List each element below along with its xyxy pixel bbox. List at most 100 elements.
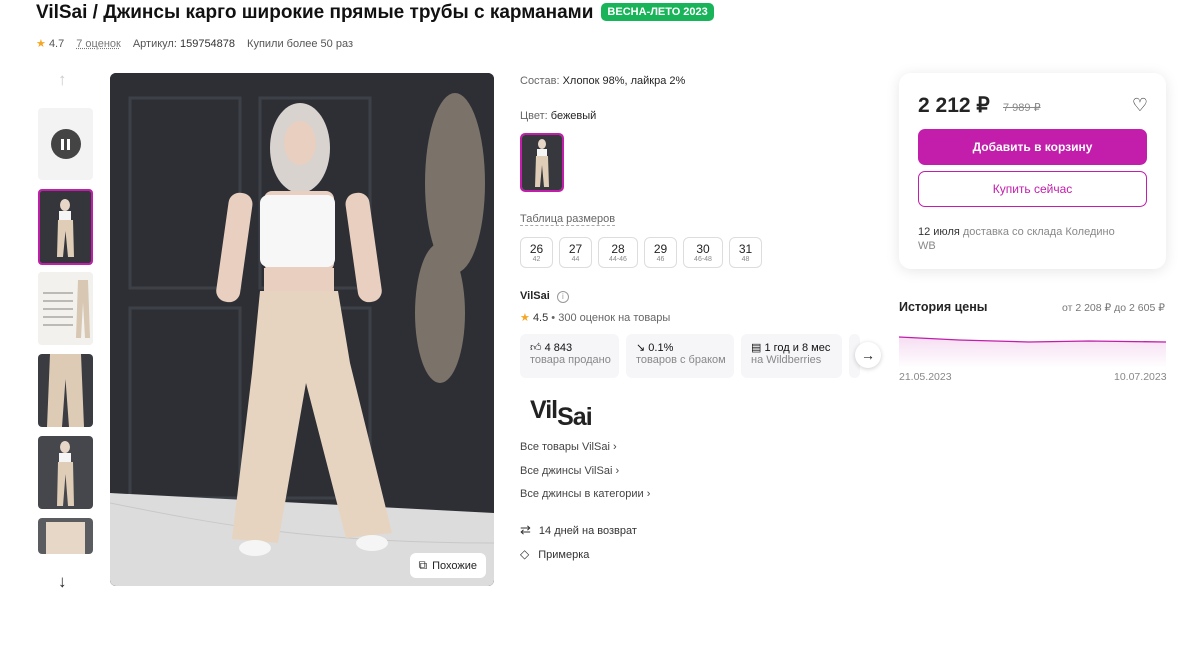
product-photo-illustration [110, 73, 494, 586]
size-ru: 46-48 [694, 256, 712, 263]
size-option[interactable]: 27 44 [559, 237, 592, 268]
buy-now-button[interactable]: Купить сейчас [918, 171, 1147, 207]
price-history-range: от 2 208 ₽ до 2 605 ₽ [1062, 302, 1165, 314]
link-text: Все товары VilSai [520, 441, 610, 453]
color-label: Цвет: [520, 110, 548, 122]
all-seller-jeans-link[interactable]: Все джинсы VilSai › [520, 465, 619, 477]
thumbnail-1[interactable] [38, 189, 93, 265]
logo-part-1: Vil [530, 396, 558, 424]
stat-label: товаров с браком [636, 354, 726, 366]
all-seller-products-link[interactable]: Все товары VilSai › [520, 441, 617, 453]
article-label: Артикул: [132, 37, 177, 50]
size-selector: 26 42 27 44 28 44-46 29 46 30 46-48 31 48 [520, 237, 762, 268]
seller-logo[interactable]: VilSai [530, 396, 593, 431]
seller-rating-text: • 300 оценок на товары [551, 312, 671, 324]
stat-value: 0.1% [648, 342, 674, 354]
fitting-text: Примерка [538, 549, 590, 561]
similar-button[interactable]: ⧉ Похожие [409, 553, 486, 578]
tag-icon: ◇ [520, 547, 530, 561]
size-option[interactable]: 28 44-46 [598, 237, 638, 268]
info-icon[interactable]: i [556, 291, 569, 303]
size-number: 31 [738, 242, 753, 256]
return-text: 14 дней на возврат [538, 525, 637, 537]
size-option[interactable]: 26 42 [520, 237, 553, 268]
product-title: VilSai / Джинсы карго широкие прямые тру… [36, 2, 714, 24]
product-title-text: VilSai / Джинсы карго широкие прямые тру… [36, 2, 594, 23]
size-number: 29 [653, 242, 668, 256]
composition-label: Состав: [520, 75, 560, 87]
price-history-chart[interactable] [899, 330, 1166, 368]
calendar-icon: ▤ [751, 342, 762, 354]
size-number: 30 [696, 242, 710, 256]
thumbnail-5[interactable] [38, 518, 93, 554]
main-product-photo[interactable]: ⧉ Похожие [110, 73, 494, 586]
seller-stats: 👍︎ 4 843 товара продано ↘ 0.1% товаров с… [520, 334, 860, 378]
add-to-cart-button[interactable]: Добавить в корзину [918, 129, 1147, 165]
article[interactable]: Артикул: 159754878 [133, 38, 235, 50]
color-swatch[interactable] [520, 133, 564, 192]
seller-name-row[interactable]: VilSai i [520, 290, 569, 303]
seller-name[interactable]: VilSai [520, 290, 550, 302]
stat-label: на Wildberries [751, 354, 822, 366]
size-number: 28 [611, 242, 625, 256]
size-number: 27 [568, 242, 583, 256]
article-value: 159754878 [179, 37, 236, 50]
size-option[interactable]: 29 46 [644, 237, 677, 268]
stat-sold: 👍︎ 4 843 товара продано [520, 334, 619, 378]
heart-icon[interactable]: ♡ [1132, 95, 1148, 116]
thumbnail-4[interactable] [38, 436, 93, 509]
thumbs-up-icon: 👍︎ [530, 342, 542, 354]
logo-part-2: Sai [557, 403, 593, 431]
arrow-up-icon[interactable]: ↑ [58, 70, 67, 90]
price-history-end: 10.07.2023 [1114, 371, 1167, 383]
star-icon: ★ [520, 312, 530, 324]
size-ru: 44 [571, 256, 580, 263]
price-card: 2 212 ₽ 7 989 ₽ ♡ Добавить в корзину Куп… [899, 73, 1166, 269]
price-history-title: История цены [899, 300, 988, 314]
product-meta: ★ 4.7 7 оценок Артикул: 159754878 Купили… [36, 37, 353, 51]
arrow-down-icon[interactable]: ↓ [58, 572, 67, 592]
stat-value: 4 843 [544, 342, 573, 354]
star-icon: ★ [36, 38, 46, 50]
stat-value: 1 год и 8 мес [764, 342, 831, 354]
color-info: Цвет: бежевый [520, 110, 596, 122]
color-value: бежевый [550, 110, 597, 122]
size-option[interactable]: 31 48 [729, 237, 762, 268]
scroll-right-icon[interactable]: → [855, 342, 881, 368]
stat-label: товара продано [530, 354, 611, 366]
rating: ★ 4.7 [36, 37, 64, 50]
bought-count: Купили более 50 раз [247, 37, 353, 50]
size-ru: 44-46 [609, 256, 627, 263]
size-option[interactable]: 30 46-48 [683, 237, 723, 268]
current-price: 2 212 ₽ [918, 94, 990, 117]
video-thumbnail[interactable] [38, 108, 93, 180]
fitting-info[interactable]: ◇ Примерка [520, 547, 589, 561]
link-text: Все джинсы в категории [520, 488, 644, 500]
similar-label: Похожие [432, 559, 477, 572]
seller-rating-value: 4.5 [532, 312, 549, 324]
return-policy[interactable]: ⇄ 14 дней на возврат [520, 522, 637, 538]
trend-down-icon: ↘ [636, 342, 646, 354]
thumbnail-3[interactable] [38, 354, 93, 427]
category-jeans-link[interactable]: Все джинсы в категории › [520, 488, 650, 500]
composition-value: Хлопок 98%, лайкра 2% [562, 75, 686, 87]
size-ru: 46 [656, 256, 665, 263]
size-table-link[interactable]: Таблица размеров [520, 213, 616, 226]
stat-age: ▤ 1 год и 8 мес на Wildberries [741, 334, 842, 378]
rating-value: 4.7 [48, 38, 65, 50]
delivery-date: 12 июля [918, 226, 960, 238]
stat-defects: ↘ 0.1% товаров с браком [626, 334, 734, 378]
link-text: Все джинсы VilSai [520, 465, 613, 477]
size-ru: 48 [741, 256, 750, 263]
season-badge: ВЕСНА-ЛЕТО 2023 [601, 3, 714, 21]
delivery-info: 12 июля доставка со склада Коледино WB [918, 225, 1128, 253]
thumbnail-strip: ↑ ↓ [38, 70, 93, 600]
thumbnail-2[interactable] [38, 272, 93, 345]
price-history-start: 21.05.2023 [899, 371, 952, 383]
size-ru: 42 [532, 256, 541, 263]
similar-search-icon: ⧉ [418, 558, 428, 572]
seller-rating: ★ 4.5 • 300 оценок на товары [520, 311, 670, 324]
size-number: 26 [529, 242, 544, 256]
reviews-link[interactable]: 7 оценок [76, 38, 121, 50]
pause-icon[interactable] [50, 129, 81, 159]
